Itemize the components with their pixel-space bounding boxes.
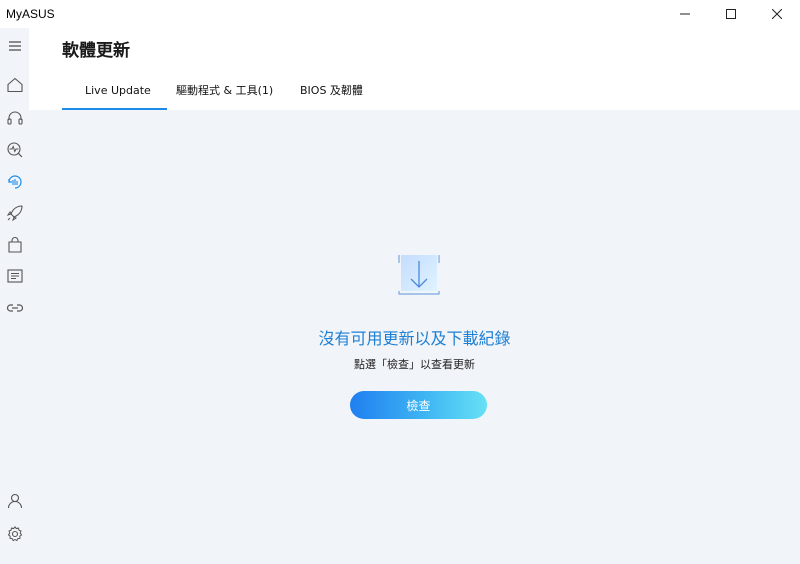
sidebar-item-diagnosis[interactable] bbox=[5, 140, 25, 160]
maximize-icon bbox=[726, 9, 736, 19]
news-icon bbox=[7, 269, 23, 283]
window-controls bbox=[662, 0, 800, 28]
empty-state-title: 沒有可用更新以及下載紀錄 bbox=[318, 329, 511, 348]
minimize-button[interactable] bbox=[662, 0, 708, 28]
sidebar-item-system-update[interactable] bbox=[5, 172, 25, 192]
home-icon bbox=[7, 77, 23, 93]
tab-drivers-tools[interactable]: 驅動程式 & 工具(1) bbox=[167, 78, 291, 110]
sidebar-item-home[interactable] bbox=[5, 75, 25, 95]
link-icon bbox=[6, 304, 24, 312]
tab-bar: Live Update 驅動程式 & 工具(1) BIOS 及韌體 bbox=[62, 78, 381, 110]
page-title: 軟體更新 bbox=[62, 41, 130, 61]
system-update-icon bbox=[8, 175, 22, 189]
sidebar-item-news[interactable] bbox=[5, 266, 25, 286]
download-icon bbox=[398, 255, 440, 295]
sidebar-item-support[interactable] bbox=[5, 108, 25, 128]
diagnosis-icon bbox=[7, 142, 23, 158]
check-updates-button[interactable]: 檢查 bbox=[350, 391, 487, 419]
minimize-icon bbox=[680, 13, 690, 15]
tab-live-update[interactable]: Live Update bbox=[62, 78, 167, 110]
close-icon bbox=[772, 9, 782, 19]
title-bar: MyASUS bbox=[0, 0, 800, 28]
sidebar-item-account[interactable] bbox=[5, 491, 25, 511]
user-icon bbox=[7, 493, 23, 509]
app-title: MyASUS bbox=[6, 7, 55, 21]
settings-icon bbox=[7, 526, 23, 542]
headset-icon bbox=[7, 111, 23, 125]
hamburger-menu-icon bbox=[9, 41, 21, 51]
sidebar-item-link[interactable] bbox=[5, 298, 25, 318]
page-header: 軟體更新 Live Update 驅動程式 & 工具(1) BIOS 及韌體 bbox=[29, 28, 800, 110]
sidebar-menu-toggle[interactable] bbox=[5, 36, 25, 56]
sidebar-item-store[interactable] bbox=[5, 235, 25, 255]
sidebar-item-settings[interactable] bbox=[5, 524, 25, 544]
shopping-bag-icon bbox=[8, 237, 22, 253]
tab-bios-firmware[interactable]: BIOS 及韌體 bbox=[291, 78, 381, 110]
rocket-icon bbox=[6, 205, 23, 222]
sidebar bbox=[0, 28, 29, 564]
empty-state-subtitle: 點選「檢查」以查看更新 bbox=[354, 358, 475, 371]
main-content: 沒有可用更新以及下載紀錄 點選「檢查」以查看更新 檢查 bbox=[29, 110, 800, 564]
sidebar-item-boost[interactable] bbox=[5, 203, 25, 223]
maximize-button[interactable] bbox=[708, 0, 754, 28]
close-button[interactable] bbox=[754, 0, 800, 28]
